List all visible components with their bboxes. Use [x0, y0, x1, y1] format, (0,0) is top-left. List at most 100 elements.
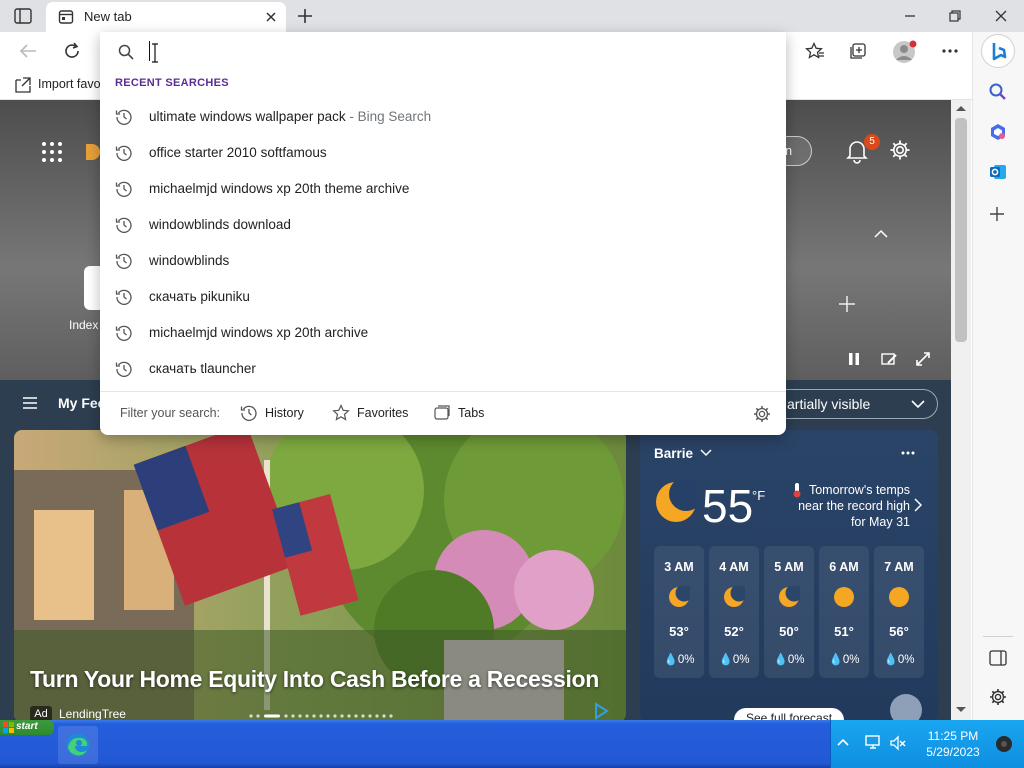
hour-precip: 💧0% — [883, 654, 915, 666]
hour-time: 6 AM — [829, 560, 859, 574]
sidebar-settings-gear-icon[interactable] — [989, 688, 1007, 706]
back-arrow-icon[interactable] — [18, 42, 38, 60]
location-chevron-down-icon[interactable] — [700, 449, 712, 457]
history-clock-icon — [115, 324, 133, 342]
new-tab-plus-icon[interactable] — [296, 7, 314, 25]
hourly-forecast-item[interactable]: 3 AM 53° 💧0% — [654, 546, 704, 678]
hour-temp: 56° — [889, 624, 909, 639]
recent-search-item[interactable]: office starter 2010 softfamous — [100, 135, 786, 171]
weather-more-icon[interactable] — [900, 450, 916, 456]
news-headline[interactable]: Turn Your Home Equity Into Cash Before a… — [30, 666, 620, 693]
system-tray: 11:25 PM 5/29/2023 — [830, 720, 1024, 768]
sun-icon — [888, 586, 910, 608]
recent-search-item[interactable]: windowblinds — [100, 243, 786, 279]
tab-actions-icon[interactable] — [14, 8, 32, 24]
weather-card[interactable]: Barrie 55 °F Tomorrow's temps near the r… — [640, 430, 938, 720]
recent-search-item[interactable]: ultimate windows wallpaper pack - Bing S… — [100, 99, 786, 135]
recent-search-item[interactable]: michaelmjd windows xp 20th theme archive — [100, 171, 786, 207]
sidebar-add-icon[interactable] — [989, 206, 1005, 222]
weather-location[interactable]: Barrie — [654, 446, 693, 461]
temperature-unit[interactable]: °F — [752, 488, 765, 503]
scroll-up-arrow-icon[interactable] — [955, 104, 967, 112]
app-launcher-icon[interactable] — [40, 140, 64, 164]
close-tab-icon[interactable] — [264, 10, 278, 24]
hour-time: 4 AM — [719, 560, 749, 574]
scrollbar-thumb[interactable] — [955, 118, 967, 342]
hourly-forecast-item[interactable]: 5 AM 50° 💧0% — [764, 546, 814, 678]
filter-history-label: History — [265, 406, 304, 420]
fullscreen-expand-icon[interactable] — [915, 351, 931, 367]
hourly-forecast-item[interactable]: 4 AM 52° 💧0% — [709, 546, 759, 678]
recent-search-text: скачать pikuniku — [149, 289, 250, 304]
adchoices-icon[interactable] — [592, 702, 610, 720]
edit-background-icon[interactable] — [881, 352, 897, 366]
news-card[interactable]: Turn Your Home Equity Into Cash Before a… — [14, 430, 626, 720]
recent-search-text: ultimate windows wallpaper pack - Bing S… — [149, 109, 431, 124]
recent-search-item[interactable]: скачать pikuniku — [100, 279, 786, 315]
import-favorites-icon[interactable] — [14, 76, 32, 94]
hourly-forecast-item[interactable]: 7 AM 56° 💧0% — [874, 546, 924, 678]
notification-center-icon[interactable] — [995, 735, 1013, 753]
hourly-forecast-item[interactable]: 6 AM 51° 💧0% — [819, 546, 869, 678]
history-clock-icon — [115, 108, 133, 126]
address-bar[interactable] — [100, 32, 786, 72]
import-favorites-link[interactable]: Import favo — [38, 77, 101, 91]
restore-icon[interactable] — [948, 9, 962, 23]
weather-map-thumbnail[interactable] — [890, 694, 922, 720]
start-button[interactable]: start — [0, 720, 54, 735]
microsoft365-icon[interactable] — [988, 122, 1008, 142]
my-feed-tab[interactable]: My Fee — [58, 395, 105, 411]
hour-precip-value: 0% — [787, 654, 805, 666]
recent-search-item[interactable]: windowblinds download — [100, 207, 786, 243]
filter-tabs-button[interactable]: Tabs — [433, 403, 493, 425]
minimize-icon[interactable] — [903, 9, 917, 23]
volume-muted-icon[interactable] — [889, 734, 907, 752]
tray-chevron-up-icon[interactable] — [837, 737, 849, 747]
tab-new-tab[interactable]: New tab — [46, 2, 286, 32]
favorites-star-icon[interactable] — [805, 42, 825, 60]
filter-favorites-button[interactable]: Favorites — [332, 403, 412, 425]
start-label: start — [16, 721, 38, 732]
collapse-chevron-up-icon[interactable] — [873, 228, 889, 240]
recent-search-item[interactable]: скачать tlauncher — [100, 351, 786, 387]
network-icon[interactable] — [865, 734, 883, 752]
taskbar-edge-button[interactable] — [58, 726, 98, 764]
carousel-dots[interactable] — [248, 713, 398, 719]
hour-time: 3 AM — [664, 560, 694, 574]
add-shortcut-plus-icon[interactable] — [838, 295, 856, 313]
search-settings-gear-icon[interactable] — [753, 405, 771, 423]
filter-history-button[interactable]: History — [240, 403, 310, 425]
hide-sidebar-icon[interactable] — [989, 650, 1007, 666]
hour-precip-value: 0% — [842, 654, 860, 666]
edge-sidebar — [972, 32, 1024, 720]
bing-chat-icon[interactable] — [981, 34, 1015, 68]
pause-background-icon[interactable] — [847, 352, 861, 366]
history-clock-icon — [240, 404, 258, 422]
outlook-icon[interactable] — [988, 162, 1008, 182]
history-clock-icon — [115, 180, 133, 198]
hour-temp: 53° — [669, 624, 689, 639]
sidebar-search-icon[interactable] — [988, 82, 1008, 102]
more-options-icon[interactable] — [940, 42, 960, 60]
recent-search-source: - Bing Search — [345, 109, 432, 124]
chevron-down-icon — [911, 399, 925, 409]
sun-icon — [833, 586, 855, 608]
hour-precip-value: 0% — [732, 654, 750, 666]
content-visibility-dropdown[interactable]: artially visible — [760, 389, 938, 419]
tray-clock[interactable]: 11:25 PM 5/29/2023 — [913, 728, 993, 760]
recent-search-text: michaelmjd windows xp 20th theme archive — [149, 181, 410, 196]
recent-search-item[interactable]: michaelmjd windows xp 20th archive — [100, 315, 786, 351]
collections-icon[interactable] — [848, 41, 868, 61]
history-clock-icon — [115, 216, 133, 234]
refresh-icon[interactable] — [62, 41, 82, 61]
news-sponsor: LendingTree — [59, 707, 126, 720]
profile-avatar-icon[interactable] — [892, 39, 918, 65]
page-settings-gear-icon[interactable] — [889, 139, 911, 161]
feed-menu-hamburger-icon[interactable] — [22, 396, 38, 410]
weather-alert-chevron-right-icon[interactable] — [914, 498, 922, 512]
recent-search-text: windowblinds download — [149, 217, 291, 232]
weather-alert-text[interactable]: Tomorrow's temps near the record high fo… — [790, 482, 910, 530]
close-window-icon[interactable] — [994, 9, 1008, 23]
scroll-down-arrow-icon[interactable] — [955, 706, 967, 714]
see-full-forecast-button[interactable]: See full forecast — [734, 708, 844, 720]
